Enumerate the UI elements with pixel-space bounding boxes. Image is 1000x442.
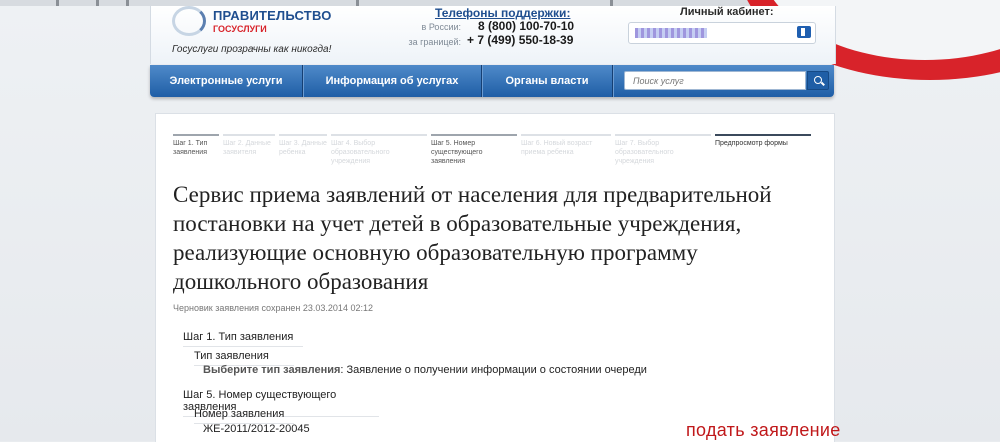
step-3-tab[interactable]: Шаг 3. Данные ребенка — [279, 134, 327, 157]
site-slogan: Госуслуги прозрачны как никогда! — [172, 44, 332, 55]
gosuslugi-logo-icon[interactable] — [172, 6, 206, 36]
overlay-caption: подать заявление — [686, 420, 841, 440]
blurred-username — [635, 28, 707, 38]
step-1-tab[interactable]: Шаг 1. Тип заявления — [173, 134, 219, 157]
logo-title[interactable]: ПРАВИТЕЛЬСТВО — [213, 8, 332, 23]
nav-authorities[interactable]: Органы власти — [482, 65, 612, 97]
phone-label-abroad: за границей: — [408, 37, 461, 47]
logout-icon[interactable] — [797, 26, 811, 38]
page-title: Сервис приема заявлений от населения для… — [173, 182, 772, 294]
nav-electronic-services[interactable]: Электронные услуги — [150, 65, 302, 97]
nav-services-info[interactable]: Информация об услугах — [303, 65, 481, 97]
step-preview-tab[interactable]: Предпросмотр формы — [715, 134, 811, 148]
step-6-tab[interactable]: Шаг 6. Новый возраст приема ребенка — [521, 134, 611, 157]
personal-cabinet-box[interactable] — [628, 22, 816, 44]
search-input[interactable] — [624, 71, 806, 90]
step-5-tab[interactable]: Шаг 5. Номер существующего заявления — [431, 134, 517, 166]
field-label-application-number: Номер заявления — [194, 408, 294, 424]
step-7-tab[interactable]: Шаг 7. Выбор образовательного учреждения — [615, 134, 711, 166]
field-value-text: : Заявление о получении информации о сос… — [340, 364, 647, 376]
field-value-application-type: Выберите тип заявления: Заявление о полу… — [203, 364, 647, 376]
step-4-tab[interactable]: Шаг 4. Выбор образовательного учреждения — [331, 134, 427, 166]
personal-cabinet-label: Личный кабинет: — [680, 6, 774, 18]
logo-subtitle[interactable]: ГОСУСЛУГИ — [213, 24, 267, 34]
search-button[interactable] — [807, 71, 829, 90]
field-value-label: Выберите тип заявления — [203, 364, 341, 376]
section-heading-step1: Шаг 1. Тип заявления — [183, 331, 303, 347]
phone-number-russia: 8 (800) 100-70-10 — [478, 19, 575, 33]
field-value-application-number: ЖЕ-2011/2012-20045 — [203, 423, 310, 435]
support-phones-link[interactable]: Телефоны поддержки: — [435, 6, 570, 20]
phone-number-abroad: + 7 (499) 550-18-39 — [467, 33, 574, 47]
step-2-tab[interactable]: Шаг 2. Данные заявителя — [223, 134, 275, 157]
phone-label-russia: в России: — [421, 22, 461, 32]
draft-saved-note: Черновик заявления сохранен 23.03.2014 0… — [173, 303, 373, 313]
